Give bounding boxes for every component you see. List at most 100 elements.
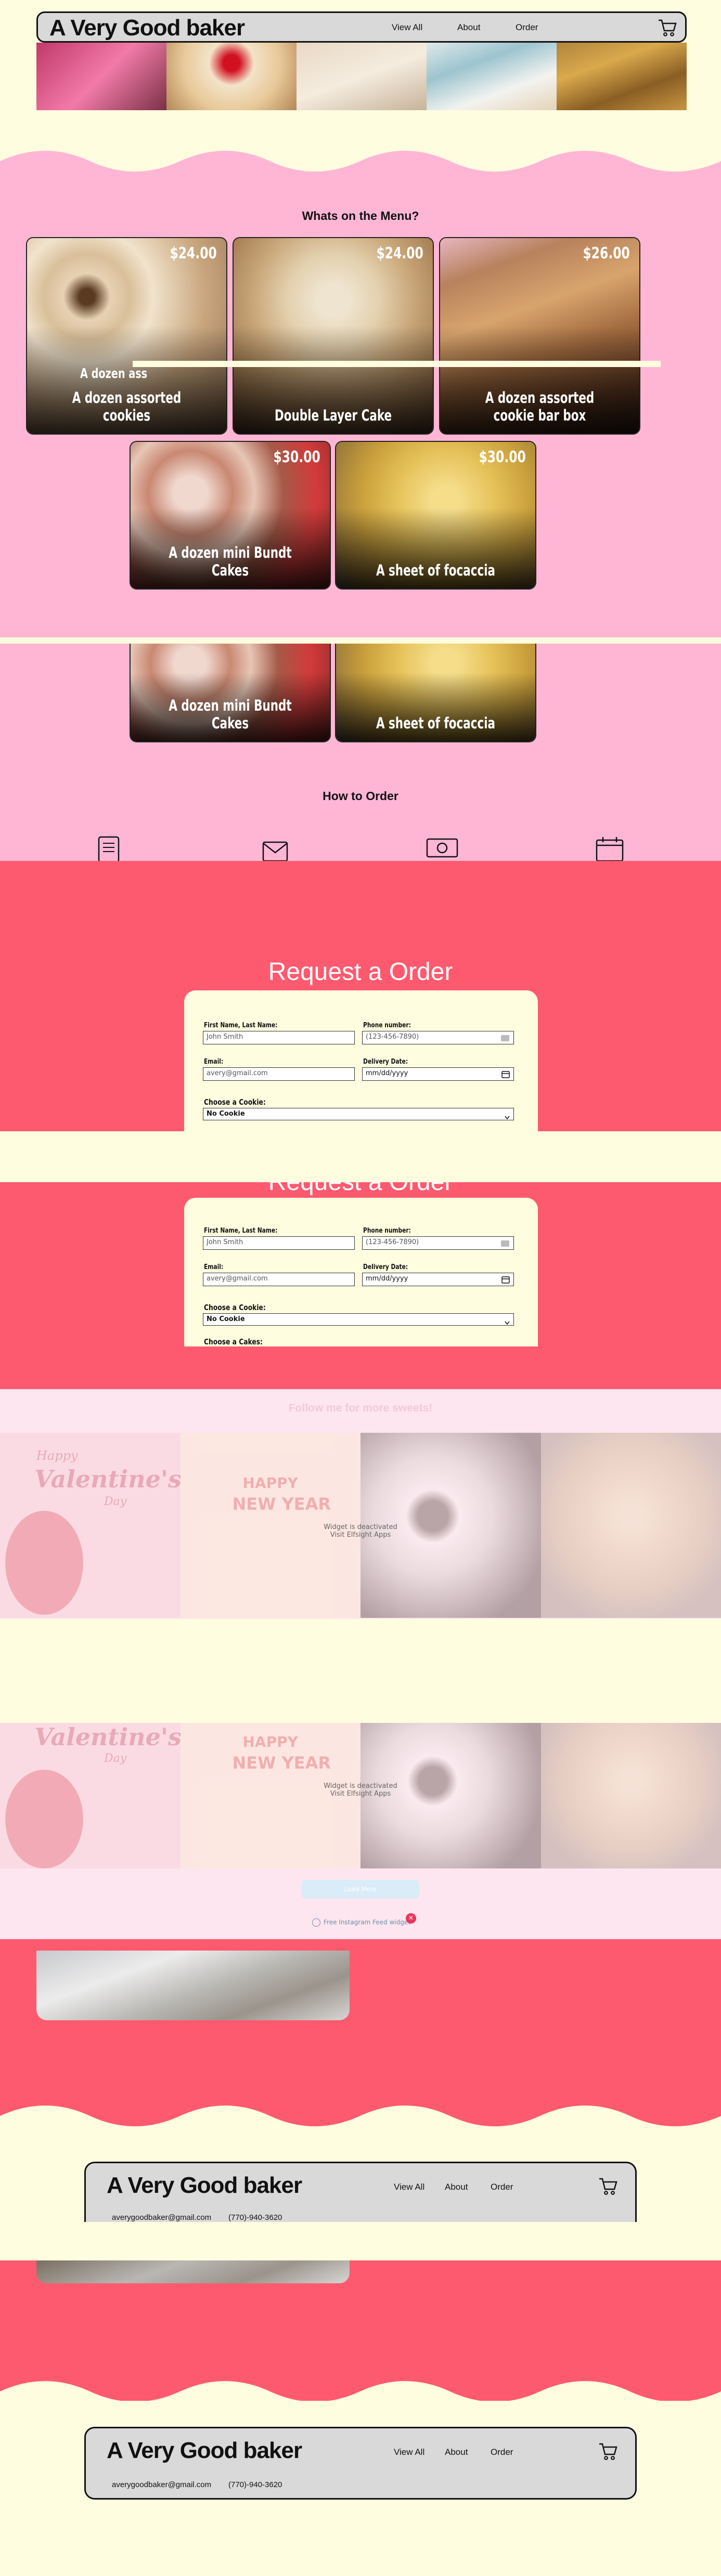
- hero-blue-cake: [427, 43, 557, 110]
- email-input[interactable]: avery@gmail.com: [203, 1067, 355, 1081]
- hero-image-strip: [36, 43, 687, 110]
- date-input[interactable]: mm/dd/yyyy: [362, 1273, 514, 1286]
- elfsight-logo-icon: [312, 1918, 320, 1927]
- product-name: A dozen mini Bundt Cakes: [169, 544, 292, 579]
- product-name: A dozen mini Bundt Cakes: [169, 697, 292, 732]
- date-label: Delivery Date:: [363, 1263, 408, 1271]
- money-icon: [426, 836, 459, 864]
- menu-card[interactable]: $24.00 Double Layer Cake: [233, 237, 434, 435]
- footer-phone[interactable]: (770)-940-3620: [228, 2213, 282, 2222]
- chevron-down-icon: [505, 1317, 510, 1327]
- feed-gap: [0, 1619, 721, 1723]
- name-input[interactable]: John Smith: [203, 1031, 355, 1044]
- cart-icon[interactable]: [598, 2441, 619, 2464]
- date-input[interactable]: mm/dd/yyyy: [362, 1067, 514, 1081]
- name-input[interactable]: John Smith: [203, 1236, 355, 1250]
- heart-character: [5, 1511, 83, 1615]
- widget-notice: Widget is deactivated Visit Elfsight App…: [324, 1782, 397, 1798]
- calendar-icon: [595, 836, 624, 864]
- brand-logo[interactable]: A Very Good baker: [49, 15, 245, 41]
- footer-nav-order[interactable]: Order: [491, 2447, 513, 2457]
- insta-valentine-post[interactable]: Happy Valentine's Day: [0, 1433, 182, 1618]
- phone-input[interactable]: (123-456-7890): [362, 1031, 514, 1044]
- chevron-down-icon: [505, 1112, 510, 1122]
- footer-nav-about[interactable]: About: [445, 2447, 468, 2457]
- hero-focaccia: [557, 43, 687, 110]
- footer-nav-about[interactable]: About: [445, 2182, 468, 2192]
- insta-cake-post[interactable]: [540, 1433, 721, 1618]
- name-label: First Name, Last Name:: [204, 1022, 278, 1029]
- cookie-select[interactable]: No Cookie: [203, 1108, 514, 1120]
- product-price: $24.00: [170, 244, 217, 263]
- footer-brand[interactable]: A Very Good baker: [107, 2438, 302, 2464]
- menu-card[interactable]: A dozen mini Bundt Cakes: [130, 644, 331, 742]
- phone-label: Phone number:: [363, 1227, 411, 1235]
- footer-phone[interactable]: (770)-940-3620: [228, 2480, 282, 2489]
- email-label: Email:: [204, 1263, 224, 1271]
- mail-icon: [262, 838, 289, 864]
- section-divider: [0, 637, 721, 644]
- order-form: First Name, Last Name: John Smith Phone …: [184, 990, 538, 1131]
- menu-card[interactable]: $24.00 A dozen ass A dozen assorted cook…: [26, 237, 227, 435]
- instagram-title: Follow me for more sweets!: [288, 1402, 433, 1414]
- contact-card-icon: [500, 1239, 510, 1249]
- footer-nav-view-all[interactable]: View All: [394, 2447, 424, 2457]
- footer-photo: [36, 1951, 350, 2020]
- insta-valentine-post[interactable]: Valentine's Day: [0, 1723, 182, 1868]
- widget-notice: Widget is deactivated Visit Elfsight App…: [324, 1523, 397, 1539]
- cookie-label: Choose a Cookie:: [204, 1303, 266, 1312]
- product-name: A dozen assorted cookies: [72, 389, 182, 424]
- hero-rose-cake: [36, 43, 166, 110]
- cookie-select[interactable]: No Cookie: [203, 1313, 514, 1326]
- menu-card[interactable]: $26.00 A dozen assorted cookie bar box: [439, 237, 640, 435]
- contact-card-icon: [500, 1034, 510, 1044]
- overlay-stripe: [133, 361, 661, 367]
- cart-icon[interactable]: [598, 2176, 619, 2199]
- email-input[interactable]: avery@gmail.com: [203, 1273, 355, 1286]
- menu-card[interactable]: $30.00 A sheet of focaccia: [335, 441, 536, 590]
- order-title: Request a Order: [268, 958, 453, 986]
- phone-label: Phone number:: [363, 1022, 411, 1029]
- section-gap: [0, 1131, 721, 1182]
- nav-order[interactable]: Order: [516, 22, 538, 33]
- top-header: A Very Good baker View All About Order: [36, 11, 687, 43]
- footer-photo-2: [36, 2260, 350, 2283]
- product-name: A dozen assorted cookie bar box: [485, 389, 595, 424]
- footer-card-2: A Very Good baker View All About Order a…: [84, 2427, 637, 2500]
- menu-card[interactable]: $30.00 A dozen mini Bundt Cakes: [130, 441, 331, 590]
- calendar-picker-icon[interactable]: [501, 1275, 510, 1286]
- product-price: $26.00: [583, 244, 630, 263]
- calendar-picker-icon[interactable]: [501, 1070, 510, 1080]
- elfsight-footer[interactable]: Free Instagram Feed widget: [312, 1918, 410, 1927]
- menu-card[interactable]: A sheet of focaccia: [335, 644, 536, 742]
- product-name: A sheet of focaccia: [376, 714, 496, 732]
- footer-email[interactable]: averygoodbaker@gmail.com: [112, 2480, 211, 2489]
- product-name: Double Layer Cake: [274, 407, 392, 424]
- form-icon: [97, 836, 121, 864]
- product-price: $30.00: [479, 448, 526, 466]
- heart-character: [5, 1770, 83, 1868]
- close-icon[interactable]: ×: [406, 1913, 416, 1924]
- nav-view-all[interactable]: View All: [392, 22, 422, 33]
- wave-cream: [0, 2106, 721, 2137]
- footer-brand[interactable]: A Very Good baker: [107, 2173, 302, 2199]
- footer-card: A Very Good baker View All About Order a…: [84, 2162, 637, 2222]
- load-more-button[interactable]: Load More: [302, 1880, 419, 1899]
- phone-input[interactable]: (123-456-7890): [362, 1236, 514, 1250]
- menu-title: Whats on the Menu?: [302, 209, 419, 223]
- product-price: $30.00: [273, 448, 320, 466]
- form-cutoff: [0, 1346, 721, 1389]
- cart-icon[interactable]: [657, 17, 678, 40]
- nav-about[interactable]: About: [457, 22, 480, 33]
- email-label: Email:: [204, 1058, 224, 1066]
- footer-nav-order[interactable]: Order: [491, 2182, 513, 2192]
- footer-nav-view-all[interactable]: View All: [394, 2182, 424, 2192]
- order-form-2: First Name, Last Name: John Smith Phone …: [184, 1198, 538, 1346]
- how-to-order-title: How to Order: [323, 789, 398, 803]
- name-label: First Name, Last Name:: [204, 1227, 278, 1235]
- footer-email[interactable]: averygoodbaker@gmail.com: [112, 2213, 211, 2222]
- wave-cream-2: [0, 2381, 721, 2412]
- hero-cherry-cookies: [166, 43, 297, 110]
- insta-cake-post[interactable]: [540, 1723, 721, 1868]
- product-name: A sheet of focaccia: [376, 561, 496, 579]
